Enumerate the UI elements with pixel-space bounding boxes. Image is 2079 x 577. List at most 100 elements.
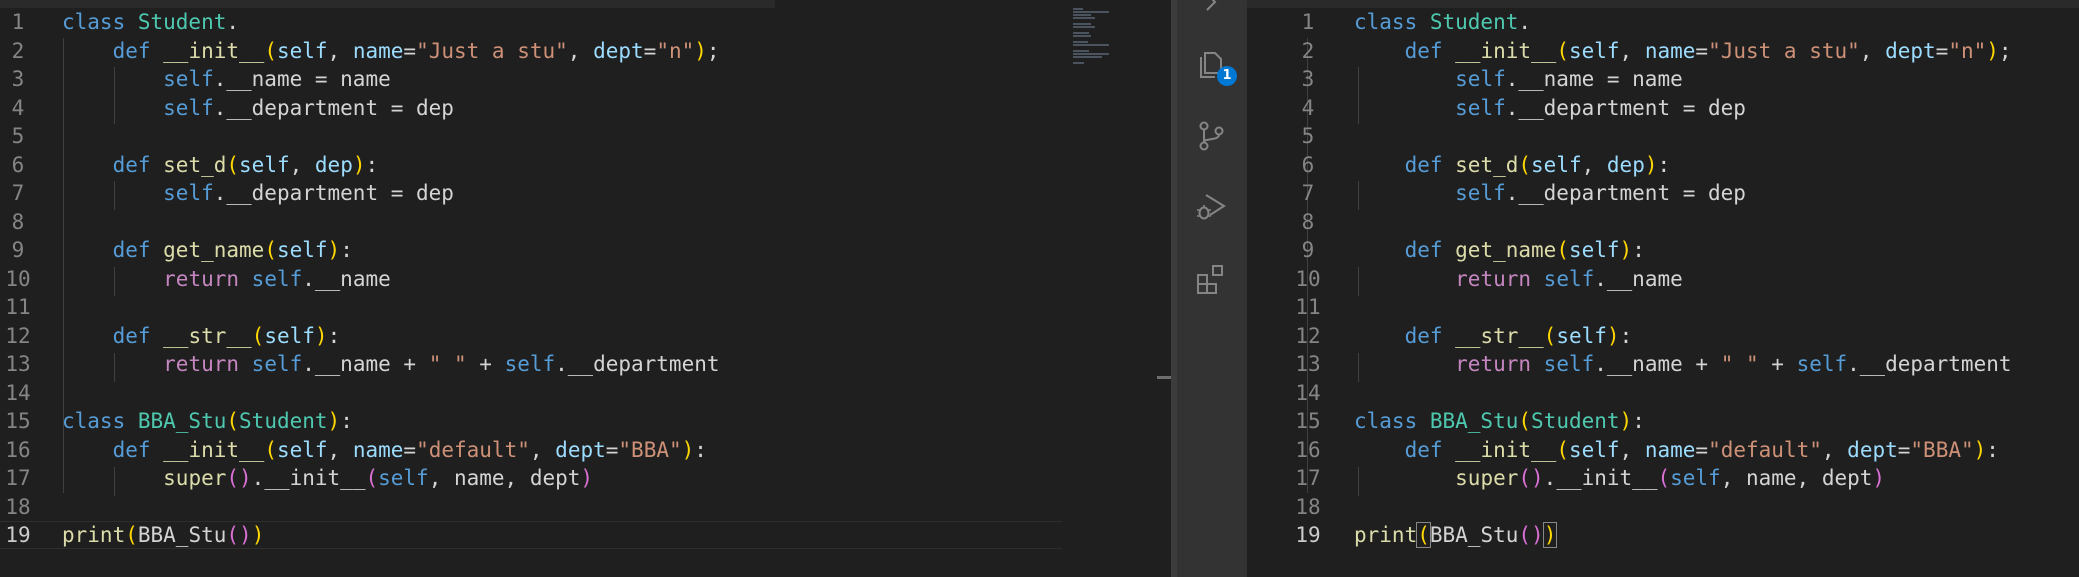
code-line[interactable]: 11 <box>0 293 1171 322</box>
line-number: 1 <box>11 10 25 34</box>
line-number: 5 <box>1301 124 1315 148</box>
code-line[interactable]: 10 return self.__name <box>0 265 1171 294</box>
editor-right[interactable]: 1 class Student. 2 def __init__(self, name… <box>1247 0 2079 577</box>
code-line[interactable]: 19 print(BBA_Stu()) <box>0 521 1171 550</box>
code-line[interactable]: 18 <box>0 493 1171 522</box>
code-line[interactable]: 17 super().__init__(self, name, dept) <box>0 464 1171 493</box>
line-number: 12 <box>5 323 31 348</box>
code-line[interactable]: 15 class BBA_Stu(Student): <box>1247 407 2079 436</box>
line-number: 14 <box>5 380 31 405</box>
line-number: 15 <box>5 409 31 433</box>
code-line[interactable]: 2 def __init__(self, name="Just a stu", … <box>1247 37 2079 66</box>
source-control-button[interactable] <box>1187 112 1235 160</box>
code-line[interactable]: 2 def __init__(self, name="Just a stu", … <box>0 37 1171 66</box>
line-number: 11 <box>1295 295 1321 319</box>
line-number: 8 <box>11 209 25 234</box>
code-line[interactable]: 10 return self.__name <box>1247 265 2079 294</box>
code-line[interactable]: 19 print(BBA_Stu()) <box>1247 521 2079 550</box>
code-text: self.__department = dep <box>163 181 454 205</box>
line-number: 6 <box>11 152 25 177</box>
editor-top-strip <box>1247 0 2079 8</box>
line-number: 18 <box>1295 494 1321 519</box>
code-line[interactable]: 16 def __init__(self, name="default", de… <box>1247 436 2079 465</box>
code-line[interactable]: 18 <box>1247 493 2079 522</box>
code-line[interactable]: 12 def __str__(self): <box>1247 322 2079 351</box>
minimap-line <box>1073 50 1090 52</box>
code-line[interactable]: 3 self.__name = name <box>0 65 1171 94</box>
minimap-line <box>1073 32 1090 34</box>
explorer-button[interactable]: 1 <box>1187 40 1237 88</box>
code-text: return self.__name <box>163 266 391 291</box>
line-number: 4 <box>11 95 25 120</box>
code-line[interactable]: 8 <box>1247 208 2079 237</box>
run-debug-button[interactable] <box>1187 182 1235 230</box>
code-line[interactable]: 8 <box>0 208 1171 237</box>
line-number: 10 <box>1295 266 1321 291</box>
code-line[interactable]: 9 def get_name(self): <box>1247 236 2079 265</box>
minimap-line <box>1073 14 1092 16</box>
line-number: 2 <box>11 38 25 63</box>
line-number: 3 <box>11 67 25 91</box>
code-line[interactable]: 15 class BBA_Stu(Student): <box>0 407 1171 436</box>
code-text: self.__name = name <box>163 67 391 91</box>
code-text: class Student. <box>62 10 240 34</box>
line-number: 8 <box>1301 209 1315 234</box>
line-number: 1 <box>1301 10 1315 34</box>
code-line[interactable]: 11 <box>1247 293 2079 322</box>
code-text: self.__name = name <box>1455 67 1683 91</box>
line-number: 17 <box>5 466 31 490</box>
code-text: def set_d(self, dep): <box>1404 152 1671 177</box>
run-debug-icon <box>1197 194 1226 220</box>
line-number: 13 <box>5 352 31 376</box>
code-text: return self.__name + " " + self.__depart… <box>163 352 720 376</box>
code-text: def __init__(self, name="default", dept=… <box>1404 437 1999 462</box>
code-line[interactable]: 3 self.__name = name <box>1247 65 2079 94</box>
line-number: 12 <box>1295 323 1321 348</box>
code-text: return self.__name <box>1455 266 1683 291</box>
code-text: def set_d(self, dep): <box>112 152 379 177</box>
code-text: super().__init__(self, name, dept) <box>1455 466 1886 490</box>
code-text: super().__init__(self, name, dept) <box>163 466 594 490</box>
code-line[interactable]: 12 def __str__(self): <box>0 322 1171 351</box>
code-text: self.__department = dep <box>1455 95 1746 120</box>
code-line[interactable]: 1 class Student. <box>1247 8 2079 37</box>
line-number: 5 <box>11 124 25 148</box>
code-line[interactable]: 5 <box>0 122 1171 151</box>
minimap-line <box>1073 23 1091 25</box>
line-number: 14 <box>1295 380 1321 405</box>
code-line[interactable]: 7 self.__department = dep <box>1247 179 2079 208</box>
line-number: 4 <box>1301 95 1315 120</box>
code-line[interactable]: 13 return self.__name + " " + self.__dep… <box>0 350 1171 379</box>
code-line[interactable]: 6 def set_d(self, dep): <box>1247 151 2079 180</box>
editor-left[interactable]: 1 class Student. 2 def __init__(self, name… <box>0 0 1171 577</box>
line-number: 9 <box>1301 238 1315 262</box>
code-text: print(BBA_Stu()) <box>62 523 265 547</box>
code-text: def __str__(self): <box>112 323 341 348</box>
code-line[interactable]: 16 def __init__(self, name="default", de… <box>0 436 1171 465</box>
extensions-button[interactable] <box>1187 254 1235 302</box>
minimap-line <box>1073 11 1110 13</box>
minimap[interactable] <box>1073 8 1125 65</box>
code-line[interactable]: 9 def get_name(self): <box>0 236 1171 265</box>
line-number: 3 <box>1301 67 1315 91</box>
code-line[interactable]: 4 self.__department = dep <box>1247 94 2079 123</box>
code-line[interactable]: 14 <box>0 379 1171 408</box>
code-line[interactable]: 1 class Student. <box>0 8 1171 37</box>
code-line[interactable]: 5 <box>1247 122 2079 151</box>
code-text: def __init__(self, name="Just a stu", de… <box>112 38 720 63</box>
activity-bar: 1 <box>1177 0 1247 577</box>
code-line[interactable]: 7 self.__department = dep <box>0 179 1171 208</box>
minimap-line <box>1073 62 1085 64</box>
code-line[interactable]: 14 <box>1247 379 2079 408</box>
chevron-right-icon[interactable] <box>1187 0 1235 26</box>
code-line[interactable]: 6 def set_d(self, dep): <box>0 151 1171 180</box>
minimap-line <box>1073 8 1083 10</box>
scrollbar-marker[interactable] <box>1157 376 1171 379</box>
code-text: class BBA_Stu(Student): <box>1354 409 1645 433</box>
code-text: print(BBA_Stu()) <box>1354 522 1558 548</box>
code-line[interactable]: 17 super().__init__(self, name, dept) <box>1247 464 2079 493</box>
minimap-line <box>1073 53 1109 55</box>
code-line[interactable]: 4 self.__department = dep <box>0 94 1171 123</box>
line-number: 11 <box>5 295 31 319</box>
code-line[interactable]: 13 return self.__name + " " + self.__dep… <box>1247 350 2079 379</box>
